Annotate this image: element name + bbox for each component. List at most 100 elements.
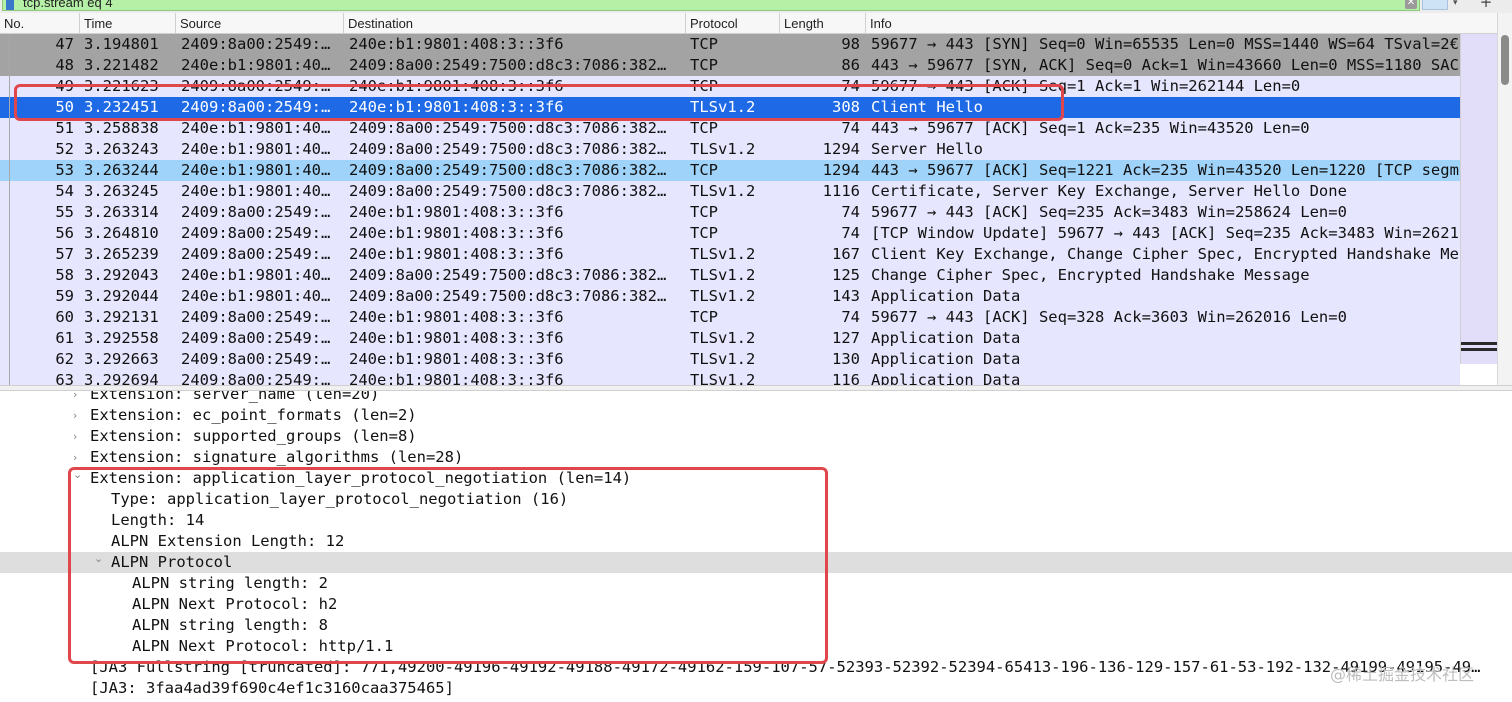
detail-tree-label: Extension: signature_algorithms (len=28) bbox=[90, 448, 464, 466]
packet-time: 3.263245 bbox=[84, 182, 159, 200]
collapsed-chevron-icon[interactable]: › bbox=[73, 391, 85, 405]
detail-tree-label: Extension: supported_groups (len=8) bbox=[90, 427, 417, 445]
packet-protocol: TLSv1.2 bbox=[690, 245, 756, 263]
packet-time: 3.258838 bbox=[84, 119, 159, 137]
collapsed-chevron-icon[interactable]: › bbox=[73, 447, 85, 468]
column-header-protocol[interactable]: Protocol bbox=[685, 13, 779, 34]
detail-tree-item[interactable]: Type: application_layer_protocol_negotia… bbox=[0, 489, 1512, 510]
packet-row[interactable]: 60 3.292131 2409:8a00:2549:… 240e:b1:9801:4… bbox=[0, 307, 1460, 328]
packet-row[interactable]: 59 3.292044 240e:b1:9801:40… 2409:8a00:2549… bbox=[0, 286, 1460, 307]
packet-row[interactable]: 58 3.292043 240e:b1:9801:40… 2409:8a00:2549… bbox=[0, 265, 1460, 286]
packet-row[interactable]: 63 3.292694 2409:8a00:2549:… 240e:b1:9801:4… bbox=[0, 370, 1460, 385]
packet-row[interactable]: 51 3.258838 240e:b1:9801:40… 2409:8a00:2549… bbox=[0, 118, 1460, 139]
packet-protocol: TLSv1.2 bbox=[690, 266, 756, 284]
clear-filter-icon[interactable]: ✕ bbox=[1405, 0, 1417, 9]
detail-tree-item[interactable]: › Extension: ec_point_formats (len=2) bbox=[0, 405, 1512, 426]
column-header-destination[interactable]: Destination bbox=[343, 13, 685, 34]
packet-source: 240e:b1:9801:40… bbox=[181, 119, 331, 137]
packet-length: 74 bbox=[841, 119, 860, 137]
packet-time: 3.292044 bbox=[84, 287, 159, 305]
detail-tree-item[interactable]: [JA3 Fullstring [truncated]: 771,49200-4… bbox=[0, 657, 1512, 678]
packet-destination: 240e:b1:9801:408:3::3f6 bbox=[349, 98, 564, 116]
column-header-no[interactable]: No. bbox=[0, 13, 79, 34]
packet-details-pane: › Extension: server_name (len=20) › Extensi… bbox=[0, 391, 1512, 702]
filter-bookmark-icon[interactable] bbox=[6, 0, 14, 10]
detail-tree-label: ALPN string length: 2 bbox=[132, 574, 328, 592]
packet-list-scrollbar-thumb[interactable] bbox=[1501, 35, 1509, 85]
packet-destination: 2409:8a00:2549:7500:d8c3:7086:382… bbox=[349, 182, 667, 200]
collapsed-chevron-icon[interactable]: › bbox=[73, 405, 85, 426]
packet-destination: 2409:8a00:2549:7500:d8c3:7086:382… bbox=[349, 266, 667, 284]
packet-info: 443 → 59677 [ACK] Seq=1 Ack=235 Win=4352… bbox=[871, 119, 1310, 137]
detail-tree-label: Extension: application_layer_protocol_ne… bbox=[90, 469, 632, 487]
packet-row[interactable]: 55 3.263314 2409:8a00:2549:… 240e:b1:9801:4… bbox=[0, 202, 1460, 223]
packet-source: 2409:8a00:2549:… bbox=[181, 308, 331, 326]
display-filter-input[interactable]: tcp.stream eq 4 bbox=[2, 0, 1420, 11]
column-header-time[interactable]: Time bbox=[79, 13, 175, 34]
packet-no: 54 bbox=[55, 182, 74, 200]
packet-protocol: TLSv1.2 bbox=[690, 182, 756, 200]
packet-row[interactable]: 48 3.221482 240e:b1:9801:40… 2409:8a00:2549… bbox=[0, 55, 1460, 76]
detail-tree-item[interactable]: ALPN Extension Length: 12 bbox=[0, 531, 1512, 552]
packet-list-scrollbar[interactable] bbox=[1497, 13, 1512, 385]
expanded-chevron-icon[interactable]: ⌄ bbox=[73, 468, 85, 485]
packet-source: 2409:8a00:2549:… bbox=[181, 371, 331, 385]
packet-protocol: TCP bbox=[690, 35, 718, 53]
detail-tree-item[interactable]: Length: 14 bbox=[0, 510, 1512, 531]
packet-source: 240e:b1:9801:40… bbox=[181, 287, 331, 305]
packet-time: 3.292663 bbox=[84, 350, 159, 368]
packet-row[interactable]: 54 3.263245 240e:b1:9801:40… 2409:8a00:2549… bbox=[0, 181, 1460, 202]
detail-tree-item[interactable]: ALPN string length: 8 bbox=[0, 615, 1512, 636]
detail-tree-item[interactable]: ALPN Next Protocol: h2 bbox=[0, 594, 1512, 615]
packet-time: 3.292558 bbox=[84, 329, 159, 347]
packet-row[interactable]: 53 3.263244 240e:b1:9801:40… 2409:8a00:2549… bbox=[0, 160, 1460, 181]
packet-row[interactable]: 57 3.265239 2409:8a00:2549:… 240e:b1:9801:4… bbox=[0, 244, 1460, 265]
packet-row[interactable]: 62 3.292663 2409:8a00:2549:… 240e:b1:9801:4… bbox=[0, 349, 1460, 370]
packet-row[interactable]: 61 3.292558 2409:8a00:2549:… 240e:b1:9801:4… bbox=[0, 328, 1460, 349]
packet-no: 51 bbox=[55, 119, 74, 137]
add-filter-button[interactable]: + bbox=[1476, 0, 1496, 11]
packet-row[interactable]: 50 3.232451 2409:8a00:2549:… 240e:b1:9801:4… bbox=[0, 97, 1460, 118]
detail-tree-item[interactable]: ALPN Next Protocol: http/1.1 bbox=[0, 636, 1512, 657]
detail-tree-item[interactable]: › Extension: server_name (len=20) bbox=[0, 391, 1512, 405]
packet-source: 240e:b1:9801:40… bbox=[181, 56, 331, 74]
packet-source: 240e:b1:9801:40… bbox=[181, 161, 331, 179]
packet-protocol: TCP bbox=[690, 77, 718, 95]
detail-tree-item[interactable]: ⌄ Extension: application_layer_protocol_n… bbox=[0, 468, 1512, 489]
column-header-source[interactable]: Source bbox=[175, 13, 343, 34]
packet-source: 240e:b1:9801:40… bbox=[181, 266, 331, 284]
packet-no: 48 bbox=[55, 56, 74, 74]
detail-tree-label: ALPN Extension Length: 12 bbox=[111, 532, 345, 550]
detail-tree-item[interactable]: ⌄ ALPN Protocol bbox=[0, 552, 1512, 573]
detail-tree-item[interactable]: › Extension: supported_groups (len=8) bbox=[0, 426, 1512, 447]
collapsed-chevron-icon[interactable]: › bbox=[73, 426, 85, 447]
packet-length: 98 bbox=[841, 35, 860, 53]
apply-filter-button[interactable] bbox=[1422, 0, 1448, 10]
packet-length: 125 bbox=[832, 266, 860, 284]
column-header-length[interactable]: Length bbox=[779, 13, 865, 34]
packet-row[interactable]: 49 3.221623 2409:8a00:2549:… 240e:b1:9801:4… bbox=[0, 76, 1460, 97]
packet-info: Application Data bbox=[871, 329, 1021, 347]
packet-destination: 240e:b1:9801:408:3::3f6 bbox=[349, 371, 564, 385]
packet-row[interactable]: 56 3.264810 2409:8a00:2549:… 240e:b1:9801:4… bbox=[0, 223, 1460, 244]
packet-destination: 240e:b1:9801:408:3::3f6 bbox=[349, 203, 564, 221]
packet-destination: 240e:b1:9801:408:3::3f6 bbox=[349, 308, 564, 326]
packet-source: 2409:8a00:2549:… bbox=[181, 35, 331, 53]
detail-tree-item[interactable]: ALPN string length: 2 bbox=[0, 573, 1512, 594]
detail-tree-label: Length: 14 bbox=[111, 511, 205, 529]
packet-destination: 2409:8a00:2549:7500:d8c3:7086:382… bbox=[349, 287, 667, 305]
packet-info: Change Cipher Spec, Encrypted Handshake … bbox=[871, 266, 1310, 284]
packet-length: 1294 bbox=[822, 140, 860, 158]
detail-tree-item[interactable]: [JA3: 3faa4ad39f690c4ef1c3160caa375465] bbox=[0, 678, 1512, 699]
filter-history-dropdown-icon[interactable]: ▾ bbox=[1453, 0, 1465, 10]
packet-time: 3.232451 bbox=[84, 98, 159, 116]
packet-protocol: TLSv1.2 bbox=[690, 329, 756, 347]
packet-row[interactable]: 52 3.263243 240e:b1:9801:40… 2409:8a00:2549… bbox=[0, 139, 1460, 160]
packet-row[interactable]: 47 3.194801 2409:8a00:2549:… 240e:b1:9801:4… bbox=[0, 34, 1460, 55]
column-header-info[interactable]: Info bbox=[865, 13, 1497, 34]
packet-length: 74 bbox=[841, 77, 860, 95]
packet-protocol: TCP bbox=[690, 56, 718, 74]
detail-tree-item[interactable]: › Extension: signature_algorithms (len=28… bbox=[0, 447, 1512, 468]
packet-minimap[interactable] bbox=[1460, 34, 1498, 364]
expanded-chevron-icon[interactable]: ⌄ bbox=[94, 552, 106, 569]
